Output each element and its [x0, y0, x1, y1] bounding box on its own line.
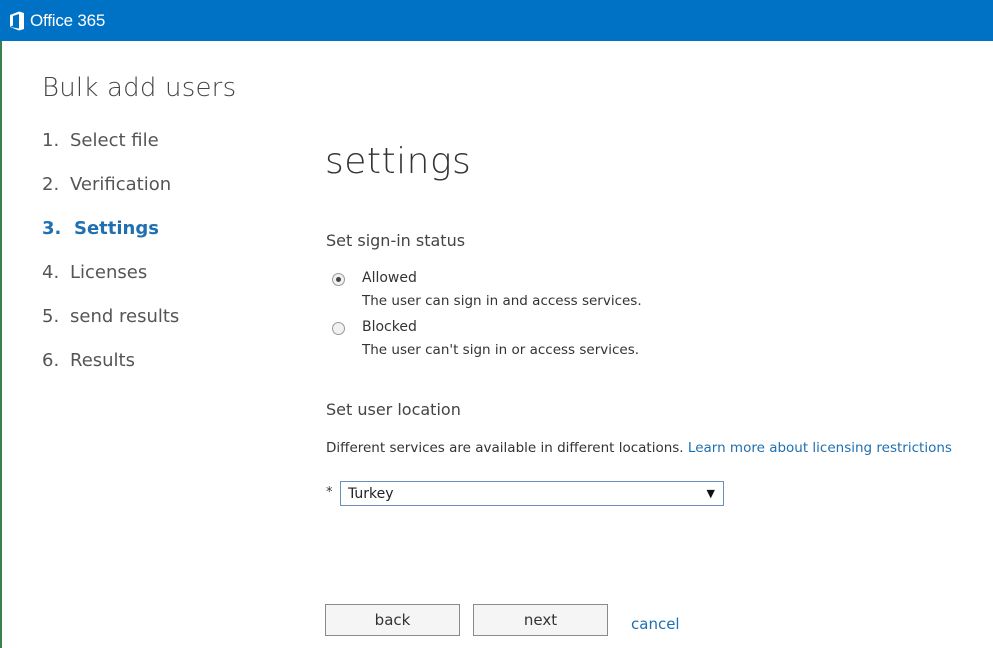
user-location-heading: Set user location: [326, 400, 461, 419]
step-label: send results: [70, 306, 180, 327]
step-licenses: 4. Licenses: [42, 262, 179, 306]
radio-blocked-description: The user can't sign in or access service…: [362, 342, 640, 358]
back-button[interactable]: back: [325, 604, 460, 636]
section-title: settings: [325, 141, 472, 182]
signin-status-heading: Set sign-in status: [326, 231, 466, 250]
radio-allowed[interactable]: [332, 273, 345, 286]
step-label: Results: [70, 350, 135, 371]
location-select-value: Turkey: [348, 485, 394, 502]
step-number: 1.: [42, 130, 60, 151]
step-number: 4.: [42, 262, 60, 283]
step-settings: 3. Settings: [42, 218, 179, 262]
step-results: 6. Results: [42, 350, 179, 394]
brand-name: Office 365: [30, 10, 106, 30]
location-description: Different services are available in diff…: [326, 440, 952, 456]
office-365-logo[interactable]: Office 365: [9, 11, 105, 31]
top-bar: Office 365: [0, 0, 993, 41]
radio-blocked[interactable]: [332, 322, 345, 335]
step-number: 5.: [42, 306, 60, 327]
radio-allowed-row[interactable]: Allowed The user can sign in and access …: [332, 270, 642, 309]
cancel-link[interactable]: cancel: [631, 615, 680, 633]
wizard-steps: 1. Select file 2. Verification 3. Settin…: [42, 130, 179, 394]
dropdown-arrow-icon[interactable]: ▼: [707, 487, 715, 500]
window-edge: [0, 41, 2, 648]
location-select[interactable]: Turkey ▼: [340, 481, 724, 506]
step-send-results: 5. send results: [42, 306, 179, 350]
location-description-text: Different services are available in diff…: [326, 440, 684, 456]
step-label: Settings: [74, 218, 159, 239]
office-logo-icon: [10, 11, 24, 30]
next-button[interactable]: next: [473, 604, 608, 636]
radio-allowed-label[interactable]: Allowed: [362, 270, 642, 286]
radio-blocked-row[interactable]: Blocked The user can't sign in or access…: [332, 319, 639, 358]
page-title: Bulk add users: [42, 73, 237, 103]
step-label: Verification: [70, 174, 172, 195]
step-number: 6.: [42, 350, 60, 371]
step-select-file: 1. Select file: [42, 130, 179, 174]
radio-allowed-text: Allowed The user can sign in and access …: [362, 270, 642, 309]
step-label: Select file: [70, 130, 159, 151]
step-number: 2.: [42, 174, 60, 195]
step-label: Licenses: [70, 262, 148, 283]
required-marker: *: [326, 485, 333, 500]
radio-allowed-description: The user can sign in and access services…: [362, 293, 642, 309]
radio-blocked-text: Blocked The user can't sign in or access…: [362, 319, 639, 358]
step-number: 3.: [42, 218, 62, 239]
licensing-restrictions-link[interactable]: Learn more about licensing restrictions: [688, 440, 952, 456]
radio-blocked-label[interactable]: Blocked: [362, 319, 639, 335]
step-verification: 2. Verification: [42, 174, 179, 218]
